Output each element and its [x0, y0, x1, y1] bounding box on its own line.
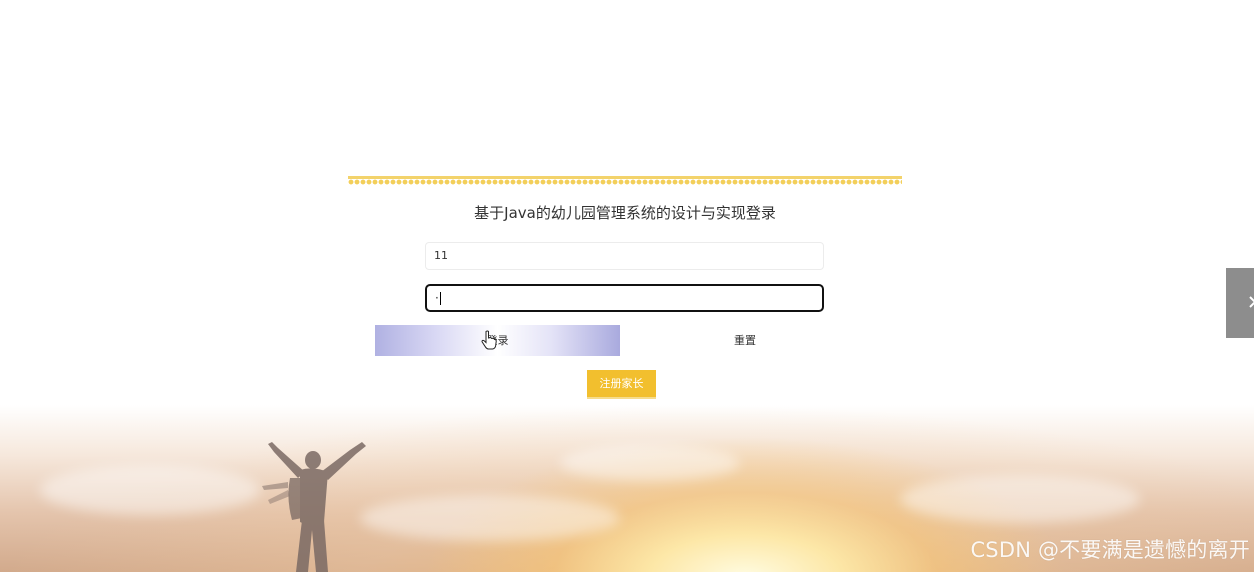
- watermark-text: CSDN @不要满是遗憾的离开: [970, 538, 1250, 562]
- decorative-lace-strip: [348, 176, 902, 185]
- person-silhouette: [262, 442, 366, 572]
- cloud: [560, 445, 740, 481]
- cloud: [360, 495, 620, 541]
- username-value: 11: [434, 249, 448, 262]
- hand-pointer-icon: [481, 330, 497, 350]
- password-value: ·: [435, 291, 439, 305]
- login-button[interactable]: 登录: [375, 325, 620, 356]
- password-field[interactable]: ·: [425, 284, 824, 312]
- register-parent-button[interactable]: 注册家长: [587, 370, 656, 399]
- username-field[interactable]: 11: [425, 242, 824, 270]
- reset-button[interactable]: 重置: [625, 325, 865, 356]
- page-title: 基于Java的幼儿园管理系统的设计与实现登录: [474, 204, 776, 222]
- cloud: [40, 465, 260, 515]
- cloud: [900, 475, 1140, 523]
- side-panel-toggle[interactable]: [1226, 268, 1254, 338]
- text-caret: [439, 292, 441, 305]
- chevron-icon: [1249, 296, 1254, 308]
- login-page: 基于Java的幼儿园管理系统的设计与实现登录 11 · 登录 重置 注册家长 C…: [0, 0, 1254, 572]
